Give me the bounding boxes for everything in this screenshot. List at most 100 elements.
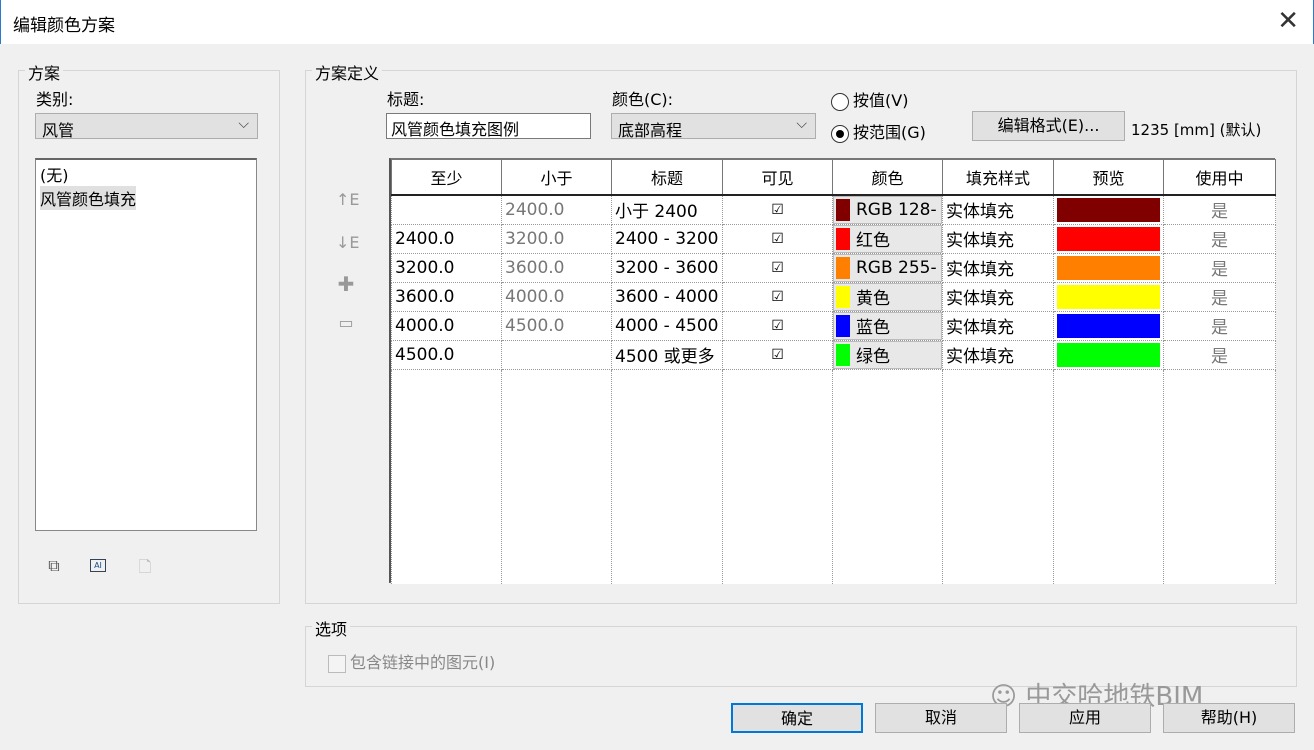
header-in-use[interactable]: 使用中 xyxy=(1163,159,1276,196)
title-cell[interactable]: 4000 - 4500 xyxy=(611,311,723,341)
visible-checkbox[interactable]: ☑ xyxy=(722,311,833,341)
less-cell[interactable] xyxy=(501,340,612,370)
color-button[interactable]: RGB 128- xyxy=(833,195,942,224)
less-cell[interactable]: 4000.0 xyxy=(501,282,612,312)
scheme-list[interactable]: (无) 风管颜色填充 xyxy=(35,158,257,531)
color-swatch xyxy=(836,285,850,308)
fill-pattern-cell[interactable]: 实体填充 xyxy=(942,340,1054,370)
fill-pattern-cell[interactable]: 实体填充 xyxy=(942,194,1054,225)
min-cell[interactable]: 4000.0 xyxy=(391,311,502,341)
category-select[interactable]: 风管 ⌵ xyxy=(35,113,258,140)
close-icon[interactable]: ✕ xyxy=(1277,6,1299,36)
visible-checkbox[interactable]: ☑ xyxy=(722,282,833,312)
chevron-down-icon: ⌵ xyxy=(238,116,249,132)
min-cell[interactable]: 3200.0 xyxy=(391,253,502,283)
visible-checkbox[interactable]: ☑ xyxy=(722,340,833,370)
min-cell[interactable] xyxy=(391,194,502,225)
include-links-checkbox[interactable]: 包含链接中的图元(I) xyxy=(328,649,495,673)
header-color[interactable]: 颜色 xyxy=(832,159,943,196)
color-button[interactable]: 蓝色 xyxy=(833,311,942,339)
color-swatch xyxy=(836,343,850,366)
title-cell[interactable]: 3600 - 4000 xyxy=(611,282,723,312)
header-visible[interactable]: 可见 xyxy=(722,159,833,196)
cancel-button[interactable]: 取消 xyxy=(875,703,1007,733)
title-input[interactable]: 风管颜色填充图例 xyxy=(386,113,591,139)
color-cell[interactable]: 红色 xyxy=(832,224,943,254)
color-label: 颜色(C): xyxy=(612,90,674,109)
header-min[interactable]: 至少 xyxy=(391,159,502,196)
fill-pattern-cell[interactable]: 实体填充 xyxy=(942,253,1054,283)
fill-pattern-cell[interactable]: 实体填充 xyxy=(942,282,1054,312)
less-cell[interactable]: 3200.0 xyxy=(501,224,612,254)
radio-icon xyxy=(831,92,849,111)
color-cell[interactable]: 蓝色 xyxy=(832,311,943,341)
table-row[interactable]: 2400.0 小于 2400 ☑ RGB 128- 实体填充 是 xyxy=(391,194,1276,225)
delete-scheme-icon[interactable]: 🗋 xyxy=(135,556,155,583)
checkbox-icon xyxy=(328,654,346,673)
title-cell[interactable]: 2400 - 3200 xyxy=(611,224,723,254)
by-range-radio[interactable]: 按范围(G) xyxy=(831,119,926,143)
by-range-label: 按范围(G) xyxy=(853,123,926,142)
color-name: RGB 128- xyxy=(856,199,937,220)
visible-checkbox[interactable]: ☑ xyxy=(722,224,833,254)
header-fill[interactable]: 填充样式 xyxy=(942,159,1054,196)
fill-pattern-cell[interactable]: 实体填充 xyxy=(942,224,1054,254)
table-row[interactable]: 4500.0 4500 或更多 ☑ 绿色 实体填充 是 xyxy=(391,340,1276,370)
color-cell[interactable]: RGB 255- xyxy=(832,253,943,283)
duplicate-scheme-icon[interactable]: ⧉ xyxy=(44,556,64,576)
color-cell[interactable]: 黄色 xyxy=(832,282,943,312)
fill-pattern-cell[interactable]: 实体填充 xyxy=(942,311,1054,341)
visible-checkbox[interactable]: ☑ xyxy=(722,194,833,225)
remove-row-icon[interactable]: ▭ xyxy=(336,313,356,332)
by-value-label: 按值(V) xyxy=(853,91,909,110)
category-value: 风管 xyxy=(42,121,75,140)
header-title[interactable]: 标题 xyxy=(611,159,723,196)
title-cell[interactable]: 4500 或更多 xyxy=(611,340,723,370)
preview-swatch xyxy=(1057,284,1160,309)
color-cell[interactable]: RGB 128- xyxy=(832,194,943,225)
title-cell[interactable]: 3200 - 3600 xyxy=(611,253,723,283)
color-swatch xyxy=(836,256,850,279)
rename-scheme-icon[interactable]: AI xyxy=(90,559,106,572)
less-cell[interactable]: 2400.0 xyxy=(501,194,612,225)
visible-checkbox[interactable]: ☑ xyxy=(722,253,833,283)
title-cell[interactable]: 小于 2400 xyxy=(611,194,723,225)
radio-selected-icon xyxy=(831,124,849,143)
min-cell[interactable]: 3600.0 xyxy=(391,282,502,312)
table-row[interactable]: 3600.0 4000.0 3600 - 4000 ☑ 黄色 实体填充 是 xyxy=(391,282,1276,312)
color-button[interactable]: RGB 255- xyxy=(833,253,942,281)
table-row[interactable]: 4000.0 4500.0 4000 - 4500 ☑ 蓝色 实体填充 是 xyxy=(391,311,1276,341)
category-label: 类别: xyxy=(36,90,74,109)
color-parameter-value: 底部高程 xyxy=(618,121,683,140)
move-row-up-icon[interactable]: ↑E xyxy=(336,190,360,209)
edit-format-button[interactable]: 编辑格式(E)... xyxy=(972,111,1125,141)
scheme-item-none[interactable]: (无) xyxy=(40,162,252,186)
header-preview[interactable]: 预览 xyxy=(1053,159,1164,196)
in-use-cell: 是 xyxy=(1163,340,1276,370)
preview-swatch xyxy=(1057,226,1160,251)
preview-swatch xyxy=(1057,313,1160,338)
color-cell[interactable]: 绿色 xyxy=(832,340,943,370)
less-cell[interactable]: 4500.0 xyxy=(501,311,612,341)
color-button[interactable]: 绿色 xyxy=(833,340,942,368)
less-cell[interactable]: 3600.0 xyxy=(501,253,612,283)
table-row[interactable]: 2400.0 3200.0 2400 - 3200 ☑ 红色 实体填充 是 xyxy=(391,224,1276,254)
by-value-radio[interactable]: 按值(V) xyxy=(831,87,908,111)
ok-button[interactable]: 确定 xyxy=(731,703,863,733)
min-cell[interactable]: 2400.0 xyxy=(391,224,502,254)
scheme-item-duct-fill[interactable]: 风管颜色填充 xyxy=(40,186,137,210)
in-use-cell: 是 xyxy=(1163,224,1276,254)
empty-row xyxy=(391,369,1276,584)
color-button[interactable]: 红色 xyxy=(833,224,942,252)
help-button[interactable]: 帮助(H) xyxy=(1163,703,1295,733)
in-use-cell: 是 xyxy=(1163,194,1276,225)
apply-button[interactable]: 应用 xyxy=(1019,703,1151,733)
add-row-icon[interactable]: ✚ xyxy=(336,272,356,296)
color-parameter-select[interactable]: 底部高程 ⌵ xyxy=(611,113,816,140)
min-cell[interactable]: 4500.0 xyxy=(391,340,502,370)
header-less[interactable]: 小于 xyxy=(501,159,612,196)
move-row-down-icon[interactable]: ↓E xyxy=(336,233,360,252)
color-button[interactable]: 黄色 xyxy=(833,282,942,310)
preview-cell xyxy=(1053,311,1164,341)
table-row[interactable]: 3200.0 3600.0 3200 - 3600 ☑ RGB 255- 实体填… xyxy=(391,253,1276,283)
